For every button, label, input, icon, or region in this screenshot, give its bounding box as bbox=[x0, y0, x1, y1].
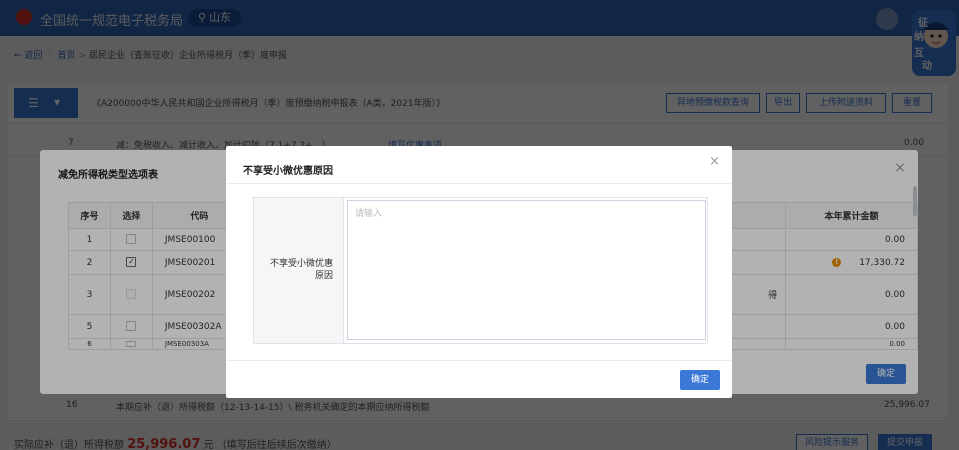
reason-label-cell: 不享受小微优惠原因 bbox=[254, 198, 344, 343]
close-icon[interactable]: × bbox=[709, 154, 720, 169]
reason-form: 不享受小微优惠原因 bbox=[253, 197, 708, 344]
divider bbox=[226, 183, 732, 184]
dialog-title: 不享受小微优惠原因 bbox=[243, 166, 333, 177]
confirm-button[interactable]: 确定 bbox=[680, 370, 720, 390]
reason-textarea[interactable] bbox=[347, 200, 706, 340]
divider bbox=[226, 360, 732, 361]
reason-field-label: 不享受小微优惠原因 bbox=[269, 259, 333, 281]
non-micro-preference-reason-dialog: 不享受小微优惠原因 × 不享受小微优惠原因 确定 bbox=[226, 146, 732, 398]
